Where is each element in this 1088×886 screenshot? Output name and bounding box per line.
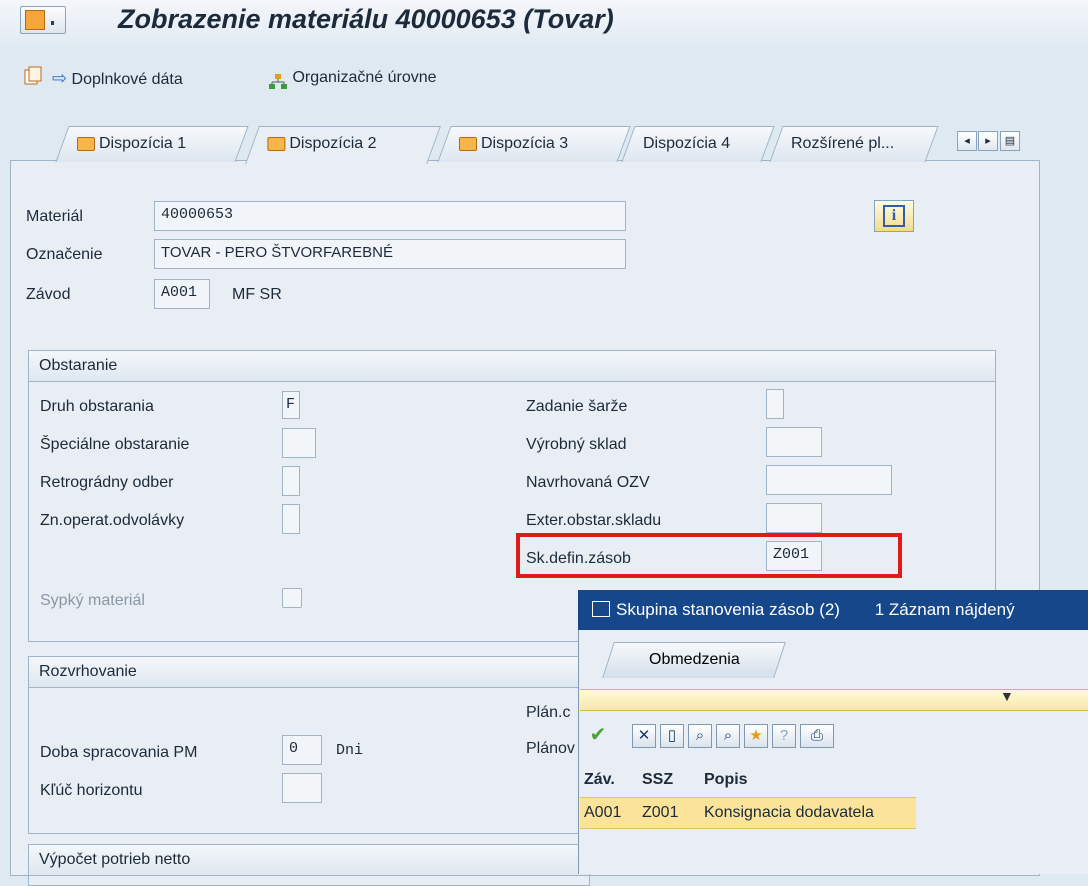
- special-procurement-label: Špeciálne obstaranie: [40, 436, 190, 453]
- net-req-group-title: Výpočet potrieb netto: [29, 845, 589, 876]
- popup-count: 1 Záznam nájdený: [874, 600, 1015, 619]
- tab-list-button[interactable]: ▤: [1000, 131, 1020, 151]
- tab-status-icon: [267, 136, 286, 151]
- ext-storage-field[interactable]: [766, 503, 822, 533]
- bulk-material-checkbox[interactable]: [282, 588, 302, 608]
- additional-data-button[interactable]: ⇨ Doplnkové dáta: [52, 60, 183, 96]
- plant-field[interactable]: A001: [154, 279, 210, 309]
- confirm-icon[interactable]: ✔: [586, 724, 610, 748]
- find-icon[interactable]: ⌕: [688, 724, 712, 748]
- planned-partial-label-1: Plán.c: [526, 704, 571, 721]
- print-icon[interactable]: ⎙: [800, 724, 834, 748]
- tab-dispozicia-2[interactable]: Dispozícia 2: [245, 126, 441, 164]
- procurement-type-label: Druh obstarania: [40, 398, 154, 415]
- window-title: Zobrazenie materiálu 40000653 (Tovar): [118, 4, 614, 34]
- proposed-supply-area-field[interactable]: [766, 465, 892, 495]
- other-material-icon[interactable]: [24, 66, 42, 86]
- gr-processing-unit: Dni: [336, 742, 364, 759]
- popup-title-bar[interactable]: Skupina stanovenia zásob (2) 1 Záznam ná…: [578, 590, 1088, 630]
- arrow-right-icon: ⇨: [52, 68, 68, 88]
- planned-partial-label-2: Plánov: [526, 740, 575, 757]
- description-field[interactable]: TOVAR - PERO ŠTVORFAREBNÉ: [154, 239, 626, 269]
- backflush-label: Retrográdny odber: [40, 474, 174, 491]
- net-req-group: Výpočet potrieb netto: [28, 844, 590, 886]
- tab-dispozicia-3[interactable]: Dispozícia 3: [437, 126, 631, 162]
- table-row[interactable]: A001 Z001 Konsignacia dodavatela: [580, 797, 916, 829]
- gr-processing-field[interactable]: 0: [282, 735, 322, 765]
- gr-processing-label: Doba spracovania PM: [40, 744, 198, 761]
- batch-entry-field[interactable]: [766, 389, 784, 419]
- plant-label: Závod: [26, 286, 71, 303]
- prod-storage-label: Výrobný sklad: [526, 436, 627, 453]
- col-plant: Záv.: [584, 771, 615, 788]
- material-label: Materiál: [26, 208, 83, 225]
- backflush-field[interactable]: [282, 466, 300, 496]
- procurement-group-title: Obstaranie: [29, 351, 995, 382]
- horizon-key-field[interactable]: [282, 773, 322, 803]
- org-hierarchy-icon: [268, 69, 288, 89]
- popup-window-icon: [592, 601, 610, 617]
- favorite-icon[interactable]: ★: [744, 724, 768, 748]
- info-button[interactable]: i: [874, 200, 914, 232]
- proposed-supply-area-label: Navrhovaná OZV: [526, 474, 650, 491]
- popup-title: Skupina stanovenia zásob (2): [616, 600, 840, 619]
- menu-icon: [25, 10, 45, 30]
- info-icon: i: [883, 205, 905, 227]
- tab-dispozicia-1[interactable]: Dispozícia 1: [55, 126, 249, 162]
- cell-plant: A001: [584, 804, 622, 821]
- bulk-material-label: Sypký materiál: [40, 592, 145, 609]
- red-highlight-box: [516, 533, 902, 578]
- cell-description: Konsignacia dodavatela: [704, 804, 874, 821]
- popup-toolbar: ✔ ✕ ▯ ⌕ ⌕ ★ ? ⎙: [580, 718, 1088, 754]
- tab-rozsirene-planovanie[interactable]: Rozšírené pl...: [769, 126, 939, 162]
- tab-scroll-left-button[interactable]: ◂: [957, 131, 977, 151]
- new-document-icon[interactable]: ▯: [660, 724, 684, 748]
- col-description: Popis: [704, 771, 748, 788]
- restrictions-collapsed-bar[interactable]: ▼: [580, 688, 1088, 711]
- description-label: Označenie: [26, 246, 103, 263]
- horizon-key-label: Kľúč horizontu: [40, 782, 143, 799]
- batch-entry-label: Zadanie šarže: [526, 398, 628, 415]
- help-icon[interactable]: ?: [772, 724, 796, 748]
- chevron-down-icon: ▼: [1000, 688, 1014, 704]
- special-procurement-field[interactable]: [282, 428, 316, 458]
- tab-status-icon: [459, 136, 477, 151]
- ext-storage-label: Exter.obstar.skladu: [526, 512, 662, 529]
- col-ssz: SSZ: [642, 771, 674, 788]
- jit-label: Zn.operat.odvolávky: [40, 512, 185, 529]
- prod-storage-field[interactable]: [766, 427, 822, 457]
- cell-ssz: Z001: [642, 804, 679, 821]
- dropdown-arrow-icon: [51, 21, 54, 25]
- material-field[interactable]: 40000653: [154, 201, 626, 231]
- scheduling-group-title: Rozvrhovanie: [29, 657, 589, 688]
- tab-dispozicia-4[interactable]: Dispozícia 4: [621, 126, 775, 162]
- tab-scroll-right-button[interactable]: ▸: [978, 131, 998, 151]
- cancel-icon[interactable]: ✕: [632, 724, 656, 748]
- system-menu-button[interactable]: [20, 6, 66, 34]
- jit-field[interactable]: [282, 504, 300, 534]
- tab-status-icon: [77, 136, 95, 151]
- plant-name: MF SR: [232, 286, 282, 303]
- org-levels-button[interactable]: Organizačné úrovne: [268, 60, 437, 96]
- procurement-type-field[interactable]: F: [282, 391, 300, 419]
- find-next-icon[interactable]: ⌕: [716, 724, 740, 748]
- result-grid-header: Záv. SSZ Popis: [580, 765, 916, 795]
- tab-obmedzenia[interactable]: Obmedzenia: [602, 642, 786, 678]
